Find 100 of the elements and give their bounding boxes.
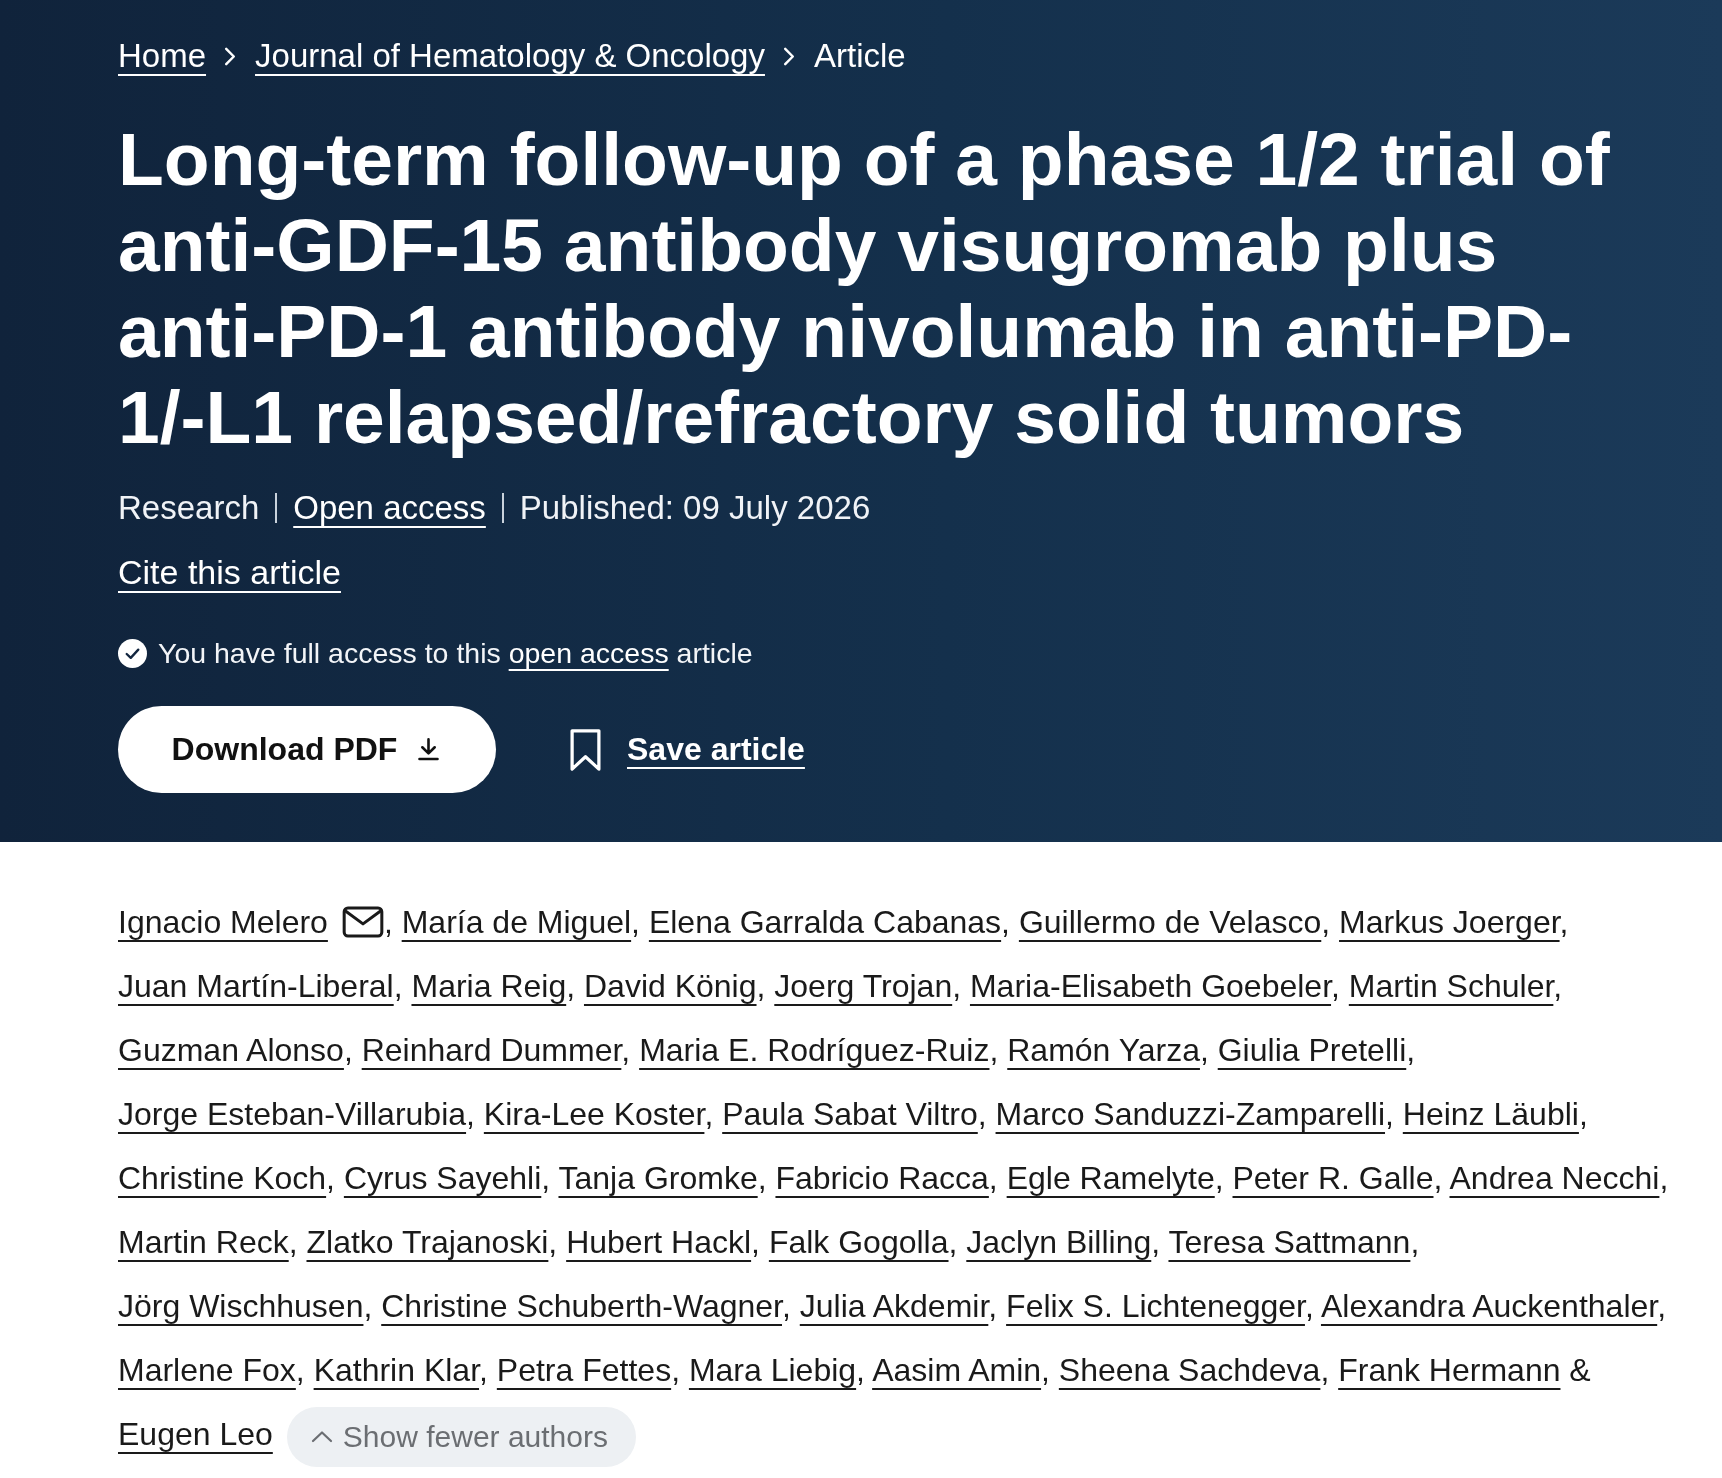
chevron-right-icon: [224, 46, 237, 66]
author-link[interactable]: Tanja Gromke: [558, 1160, 758, 1196]
author-link[interactable]: Juan Martín-Liberal: [118, 968, 394, 1004]
separator-text: ,: [952, 968, 962, 1004]
author-link[interactable]: Hubert Hackl: [566, 1224, 752, 1260]
author-link[interactable]: María de Miguel: [401, 904, 632, 940]
breadcrumb-link[interactable]: Home: [118, 36, 207, 76]
author-link[interactable]: Maria Reig: [411, 968, 567, 1004]
download-pdf-button[interactable]: Download PDF: [118, 706, 496, 793]
author-link[interactable]: Martin Schuler: [1348, 968, 1554, 1004]
author-link[interactable]: Ramón Yarza: [1007, 1032, 1200, 1068]
author-link[interactable]: Mara Liebig: [688, 1352, 857, 1388]
separator-text: ,: [1151, 1224, 1161, 1260]
author-link[interactable]: Marlene Fox: [118, 1352, 296, 1388]
author-link[interactable]: Andrea Necchi: [1449, 1160, 1660, 1196]
author-link[interactable]: Ignacio Melero: [118, 904, 328, 940]
author-link[interactable]: Cyrus Sayehli: [343, 1160, 542, 1196]
separator-text: ,: [383, 904, 393, 940]
author-link[interactable]: Fabricio Racca: [775, 1160, 989, 1196]
author-link[interactable]: Marco Sanduzzi-Zamparelli: [995, 1096, 1385, 1132]
author-link[interactable]: Maria-Elisabeth Goebeler: [969, 968, 1332, 1004]
author-link[interactable]: David König: [583, 968, 757, 1004]
separator-text: ,: [704, 1096, 714, 1132]
separator-text: ,: [631, 904, 640, 940]
author-link[interactable]: Aasim Amin: [872, 1352, 1042, 1388]
separator-text: ,: [856, 1352, 865, 1388]
author-link[interactable]: Jaclyn Billing: [966, 1224, 1152, 1260]
separator-text: ,: [566, 968, 576, 1004]
separator-text: ,: [1320, 1352, 1330, 1388]
author-link[interactable]: Guillermo de Velasco: [1018, 904, 1322, 940]
author-link[interactable]: Peter R. Galle: [1232, 1160, 1434, 1196]
save-article-button[interactable]: Save article: [569, 727, 805, 772]
author-link[interactable]: Eugen Leo: [118, 1416, 273, 1452]
separator-text: ,: [1659, 1160, 1669, 1196]
author-link[interactable]: Frank Hermann: [1338, 1352, 1561, 1388]
author-link[interactable]: Petra Fettes: [496, 1352, 672, 1388]
separator-text: ,: [782, 1288, 791, 1324]
author-link[interactable]: Giulia Pretelli: [1217, 1032, 1407, 1068]
cite-link[interactable]: Cite this article: [118, 552, 341, 592]
mail-icon[interactable]: [341, 906, 384, 938]
separator-text: ,: [466, 1096, 475, 1132]
author-link[interactable]: Elena Garralda Cabanas: [648, 904, 1002, 940]
author-link[interactable]: Christine Schuberth-Wagner: [381, 1288, 782, 1324]
separator-text: ,: [393, 968, 403, 1004]
separator-text: ,: [1433, 1160, 1443, 1196]
author-link[interactable]: Zlatko Trajanoski: [306, 1224, 549, 1260]
show-fewer-authors-button[interactable]: Show fewer authors: [286, 1406, 636, 1467]
author-link[interactable]: Markus Joerger: [1339, 904, 1560, 940]
access-notice: You have full access to this open access article: [158, 636, 753, 671]
separator-text: ,: [1385, 1096, 1394, 1132]
author-link[interactable]: Sheena Sachdeva: [1058, 1352, 1321, 1388]
author-link[interactable]: Alexandra Auckenthaler: [1320, 1288, 1658, 1324]
separator-text: ,: [343, 1032, 353, 1068]
separator-text: ,: [1214, 1160, 1224, 1196]
author-link[interactable]: Kira-Lee Koster: [483, 1096, 705, 1132]
separator-text: ,: [1001, 904, 1010, 940]
separator-text: ,: [988, 1160, 998, 1196]
caret-up-icon: [310, 1430, 333, 1444]
open-access-link[interactable]: open access: [508, 637, 669, 669]
author-link[interactable]: Felix S. Lichtenegger: [1006, 1288, 1305, 1324]
separator-text: ,: [541, 1160, 551, 1196]
breadcrumb-link[interactable]: Journal of Hematology & Oncology: [255, 36, 765, 76]
author-link[interactable]: Martin Reck: [118, 1224, 289, 1260]
separator-text: ,: [671, 1352, 680, 1388]
author-link[interactable]: Guzman Alonso: [118, 1032, 344, 1068]
separator-text: ,: [1321, 904, 1331, 940]
author-link[interactable]: Kathrin Klar: [313, 1352, 480, 1388]
separator-text: ,: [1657, 1288, 1667, 1324]
author-link[interactable]: Heinz Läubli: [1402, 1096, 1579, 1132]
separator-text: ,: [479, 1352, 488, 1388]
separator-text: ,: [1041, 1352, 1050, 1388]
breadcrumb-current: Article: [813, 36, 906, 76]
author-link[interactable]: Christine Koch: [118, 1160, 327, 1196]
separator-text: ,: [295, 1352, 305, 1388]
author-link[interactable]: Teresa Sattmann: [1168, 1224, 1411, 1260]
author-link[interactable]: Egle Ramelyte: [1006, 1160, 1215, 1196]
separator-text: ,: [288, 1224, 298, 1260]
separator-text: ,: [1199, 1032, 1209, 1068]
author-link[interactable]: Jorge Esteban-Villarubia: [118, 1096, 467, 1132]
chevron-right-icon: [782, 46, 795, 66]
author-link[interactable]: Reinhard Dummer: [361, 1032, 622, 1068]
author-link[interactable]: Falk Gogolla: [768, 1224, 949, 1260]
separator-text: ,: [756, 968, 766, 1004]
separator-text: ,: [326, 1160, 335, 1196]
separator-text: ,: [1410, 1224, 1420, 1260]
article-title: Long-term follow-up of a phase 1/2 trial of anti-GDF-15 antibody visugromab plus anti-PD-1 antibody nivolumab in anti-PD-1/-L1 relapsed/refractory solid tumors: [118, 116, 1611, 460]
author-link[interactable]: Joerg Trojan: [774, 968, 953, 1004]
author-link[interactable]: Julia Akdemir: [799, 1288, 989, 1324]
meta-text: Research: [118, 488, 260, 528]
separator-text: ,: [757, 1160, 767, 1196]
separator-text: ,: [1553, 968, 1563, 1004]
author-link[interactable]: Jörg Wischhusen: [118, 1288, 364, 1324]
separator-text: ,: [948, 1224, 958, 1260]
check-circle-icon: [118, 638, 147, 668]
separator-text: ,: [1578, 1096, 1588, 1132]
separator-text: ,: [989, 1032, 999, 1068]
meta-link[interactable]: Open access: [293, 488, 486, 528]
author-link[interactable]: Maria E. Rodríguez-Ruiz: [639, 1032, 990, 1068]
separator-text: ,: [751, 1224, 760, 1260]
author-link[interactable]: Paula Sabat Viltro: [722, 1096, 978, 1132]
